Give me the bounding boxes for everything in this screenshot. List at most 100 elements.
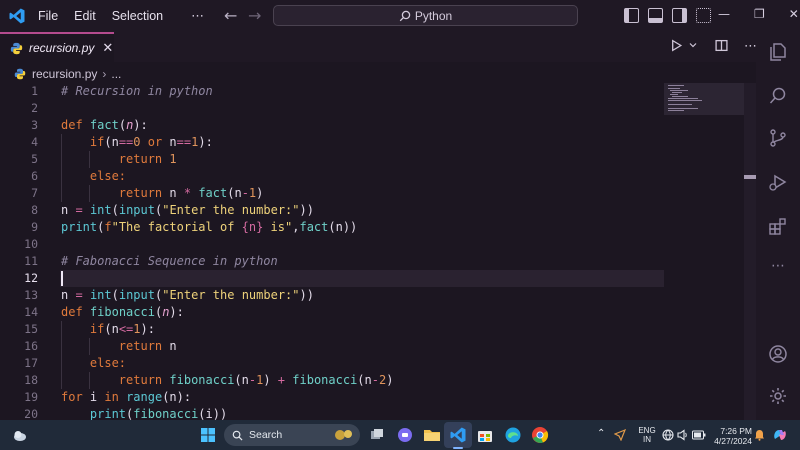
weather-cloud-icon[interactable] <box>12 427 28 443</box>
code-line: 15 if(n<=1): <box>0 321 744 338</box>
edge-browser-icon[interactable] <box>504 426 522 444</box>
vscode-taskbar-icon[interactable] <box>449 426 467 444</box>
run-debug-icon[interactable] <box>768 172 788 192</box>
menu-file[interactable]: File <box>38 9 66 23</box>
line-number: 1 <box>31 84 38 98</box>
chat-app-icon[interactable] <box>396 426 414 444</box>
windows-taskbar: Search ⌃ ENG IN 7:26 PM 4/27/2024 <box>0 420 800 450</box>
tray-chevron-up-icon[interactable]: ⌃ <box>597 428 605 439</box>
run-dropdown-chevron-icon[interactable] <box>687 39 699 51</box>
vscode-logo-icon <box>9 8 25 24</box>
code-line: 5 return 1 <box>0 151 744 168</box>
python-file-icon <box>10 42 23 54</box>
code-text: for i in range(n): <box>61 390 192 404</box>
restore-icon[interactable]: ❐ <box>754 7 765 21</box>
file-explorer-icon[interactable] <box>423 426 441 444</box>
code-editor[interactable]: 1 # Recursion in python 2 3 def fact(n): 4… <box>0 83 744 420</box>
run-play-icon[interactable] <box>670 39 683 52</box>
account-icon[interactable] <box>768 344 788 364</box>
explorer-files-icon[interactable] <box>768 42 788 62</box>
source-control-icon[interactable] <box>768 128 788 148</box>
code-text: def fibonacci(n): <box>61 305 184 319</box>
code-line: 7 return n * fact(n-1) <box>0 185 744 202</box>
code-line: 4 if(n==0 or n==1): <box>0 134 744 151</box>
code-line: 16 return n <box>0 338 744 355</box>
code-text: print(f"The factorial of {n} is",fact(n)… <box>61 220 358 234</box>
code-text: if(n<=1): <box>89 322 155 336</box>
store-app-icon[interactable] <box>476 426 494 444</box>
code-line: 1 # Recursion in python <box>0 83 744 100</box>
search-icon[interactable] <box>768 86 788 106</box>
minimap[interactable] <box>664 83 744 115</box>
line-number: 16 <box>24 339 38 353</box>
menu-more-icon[interactable]: ⋯ <box>191 9 205 24</box>
line-number: 2 <box>31 101 38 115</box>
code-text: n = int(input("Enter the number:")) <box>61 203 314 217</box>
network-globe-icon[interactable] <box>662 429 674 441</box>
location-arrow-icon[interactable] <box>614 429 626 441</box>
search-box-label: Python <box>414 8 453 23</box>
breadcrumb-file[interactable]: recursion.py <box>32 67 97 81</box>
code-line: 11 # Fabonacci Sequence in python <box>0 253 744 270</box>
code-line: 3 def fact(n): <box>0 117 744 134</box>
breadcrumb-more[interactable]: ... <box>111 67 121 81</box>
close-window-icon[interactable]: ✕ <box>789 7 799 21</box>
line-number: 9 <box>31 220 38 234</box>
code-line: 14 def fibonacci(n): <box>0 304 744 321</box>
forward-arrow-icon[interactable]: → <box>248 6 261 25</box>
text-cursor <box>61 271 63 286</box>
line-number: 14 <box>24 305 38 319</box>
line-number: 12 <box>24 271 38 285</box>
split-editor-icon[interactable] <box>715 39 728 52</box>
extensions-icon[interactable] <box>768 216 788 236</box>
toggle-secondary-sidebar-icon[interactable] <box>672 8 687 23</box>
tab-close-icon[interactable]: ✕ <box>102 41 113 56</box>
code-line: 13 n = int(input("Enter the number:")) <box>0 287 744 304</box>
taskbar-search[interactable]: Search <box>224 424 360 446</box>
chrome-browser-icon[interactable] <box>531 426 549 444</box>
code-text: else: <box>89 356 127 370</box>
editor-actions: ⋯ <box>670 39 758 54</box>
line-number: 6 <box>31 169 38 183</box>
tab-recursion-py[interactable]: recursion.py ✕ <box>0 32 114 62</box>
notification-bell-icon[interactable] <box>754 429 765 441</box>
line-number: 18 <box>24 373 38 387</box>
line-number: 3 <box>31 118 38 132</box>
code-line: 8 n = int(input("Enter the number:")) <box>0 202 744 219</box>
layout-controls <box>624 8 711 23</box>
menu-edit[interactable]: Edit <box>74 9 104 23</box>
line-number: 11 <box>24 254 38 268</box>
scrollbar-thumb[interactable] <box>744 175 756 179</box>
line-number: 17 <box>24 356 38 370</box>
battery-icon[interactable] <box>692 430 706 440</box>
vertical-scrollbar[interactable] <box>744 83 756 420</box>
system-clock[interactable]: 7:26 PM 4/27/2024 <box>706 426 752 446</box>
code-text: return n * fact(n-1) <box>118 186 264 200</box>
activity-bar: ⋯ <box>756 32 800 420</box>
back-arrow-icon[interactable]: ← <box>224 6 237 25</box>
input-language[interactable]: ENG IN <box>636 426 658 444</box>
toggle-primary-sidebar-icon[interactable] <box>624 8 639 23</box>
settings-gear-icon[interactable] <box>768 386 788 406</box>
copilot-icon[interactable] <box>772 427 788 443</box>
command-center-search[interactable]: Python <box>273 5 578 26</box>
menu-bar: File Edit Selection ⋯ <box>38 0 205 32</box>
toggle-panel-icon[interactable] <box>648 8 663 23</box>
breadcrumb: recursion.py › ... <box>14 66 121 82</box>
task-view-icon[interactable] <box>368 426 386 444</box>
code-line: 20 print(fibonacci(i)) <box>0 406 744 420</box>
menu-selection[interactable]: Selection <box>112 9 171 23</box>
window-controls: — ❐ ✕ <box>718 7 799 21</box>
line-number: 19 <box>24 390 38 404</box>
tab-label: recursion.py <box>29 41 95 55</box>
code-text: # Recursion in python <box>61 84 213 98</box>
customize-layout-icon[interactable] <box>696 8 711 23</box>
code-text: def fact(n): <box>61 118 148 132</box>
volume-icon[interactable] <box>677 429 689 441</box>
code-text: print(fibonacci(i)) <box>89 407 228 420</box>
code-line: 9 print(f"The factorial of {n} is",fact(n… <box>0 219 744 236</box>
minimize-icon[interactable]: — <box>718 7 730 21</box>
more-views-icon[interactable]: ⋯ <box>768 258 788 278</box>
windows-start-icon[interactable] <box>200 427 216 443</box>
code-text: return n <box>118 339 177 353</box>
